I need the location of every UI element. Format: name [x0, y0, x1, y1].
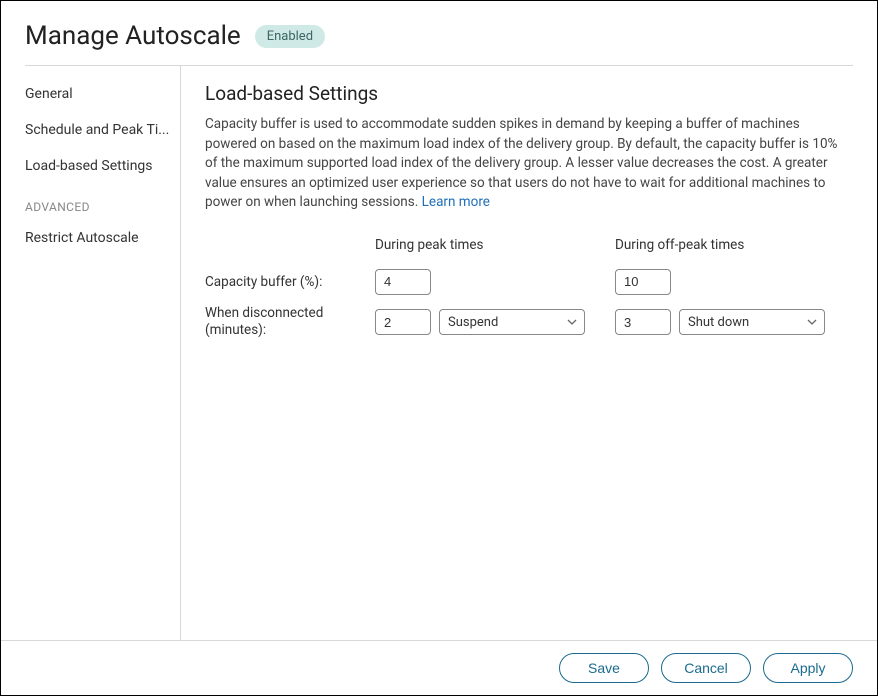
when-disconnected-offpeak-cell: Shut down — [615, 309, 825, 335]
when-disconnected-peak-action-value: Suspend — [448, 315, 498, 330]
when-disconnected-offpeak-action-select[interactable]: Shut down — [679, 309, 825, 335]
capacity-buffer-label: Capacity buffer (%): — [205, 274, 375, 290]
save-button[interactable]: Save — [559, 653, 649, 683]
dialog-body: General Schedule and Peak Ti... Load-bas… — [25, 65, 853, 640]
column-header-peak: During peak times — [375, 237, 585, 259]
capacity-buffer-offpeak-cell — [615, 269, 825, 295]
apply-button[interactable]: Apply — [763, 653, 853, 683]
when-disconnected-offpeak-action-value: Shut down — [688, 315, 749, 330]
dialog-footer: Save Cancel Apply — [1, 640, 877, 695]
cancel-button[interactable]: Cancel — [661, 653, 751, 683]
section-heading: Load-based Settings — [205, 82, 853, 105]
sidebar-item-restrict-autoscale[interactable]: Restrict Autoscale — [25, 220, 180, 256]
chevron-down-icon — [566, 316, 578, 328]
capacity-buffer-peak-input[interactable] — [375, 269, 431, 295]
when-disconnected-peak-action-select[interactable]: Suspend — [439, 309, 585, 335]
learn-more-link[interactable]: Learn more — [422, 194, 490, 210]
sidebar: General Schedule and Peak Ti... Load-bas… — [1, 66, 181, 640]
sidebar-item-load-based[interactable]: Load-based Settings — [25, 148, 180, 184]
chevron-down-icon — [806, 316, 818, 328]
dialog-header: Manage Autoscale Enabled — [1, 1, 877, 65]
when-disconnected-offpeak-input[interactable] — [615, 309, 671, 335]
settings-grid: During peak times During off-peak times … — [205, 237, 853, 340]
page-title: Manage Autoscale — [25, 21, 241, 51]
description-text: Capacity buffer is used to accommodate s… — [205, 116, 837, 210]
when-disconnected-label: When disconnected (minutes): — [205, 305, 375, 340]
main-panel: Load-based Settings Capacity buffer is u… — [181, 66, 853, 640]
when-disconnected-peak-input[interactable] — [375, 309, 431, 335]
section-description: Capacity buffer is used to accommodate s… — [205, 115, 853, 213]
sidebar-item-general[interactable]: General — [25, 76, 180, 112]
sidebar-item-schedule[interactable]: Schedule and Peak Ti... — [25, 112, 180, 148]
column-header-offpeak: During off-peak times — [615, 237, 825, 259]
capacity-buffer-offpeak-input[interactable] — [615, 269, 671, 295]
sidebar-advanced-label: ADVANCED — [25, 184, 180, 220]
when-disconnected-peak-cell: Suspend — [375, 309, 585, 335]
capacity-buffer-peak-cell — [375, 269, 585, 295]
status-badge: Enabled — [255, 25, 325, 48]
